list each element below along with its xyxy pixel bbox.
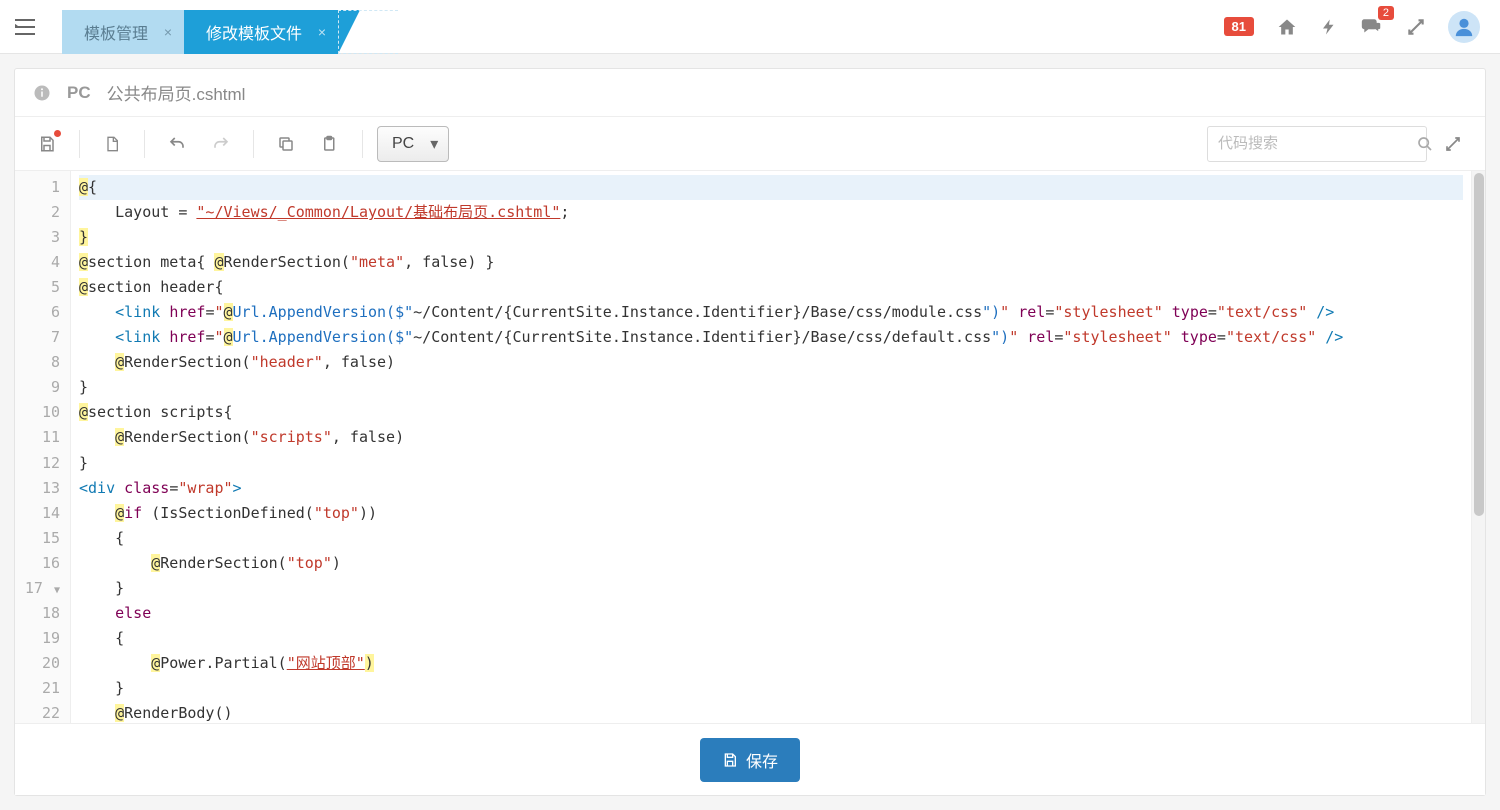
panel-footer: 保存 — [15, 723, 1485, 795]
save-button-label: 保存 — [746, 748, 778, 772]
close-icon[interactable]: × — [318, 24, 326, 40]
separator — [253, 130, 254, 158]
scrollbar[interactable] — [1471, 171, 1485, 795]
user-avatar[interactable] — [1448, 11, 1480, 43]
separator — [362, 130, 363, 158]
filename-label: 公共布局页.cshtml — [107, 80, 246, 105]
panel-header: PC 公共布局页.cshtml — [15, 69, 1485, 117]
code-area[interactable]: @{ Layout = "~/Views/_Common/Layout/基础布局… — [71, 171, 1471, 795]
chat-icon[interactable]: 2 — [1360, 16, 1384, 38]
undo-icon[interactable] — [159, 126, 195, 162]
search-input[interactable] — [1218, 135, 1417, 152]
chat-count-badge: 2 — [1378, 6, 1394, 20]
line-gutter: 1 2 3 4 5 6 7 8 9 10 11 12 13 14 15 16 1… — [15, 171, 71, 795]
tab-label: 模板管理 — [84, 20, 148, 44]
tab-edit-template-file[interactable]: 修改模板文件 × — [184, 10, 338, 54]
fullscreen-icon[interactable] — [1406, 17, 1426, 37]
tab-template-manage[interactable]: 模板管理 × — [62, 10, 184, 54]
editor-panel: PC 公共布局页.cshtml PC — [14, 68, 1486, 796]
search-icon[interactable] — [1417, 136, 1433, 152]
lightning-icon[interactable] — [1320, 16, 1338, 38]
paste-icon[interactable] — [312, 126, 348, 162]
home-icon[interactable] — [1276, 17, 1298, 37]
tab-placeholder — [338, 10, 398, 54]
tab-label: 修改模板文件 — [206, 20, 302, 44]
new-file-icon[interactable] — [94, 126, 130, 162]
scrollbar-thumb[interactable] — [1474, 173, 1484, 516]
save-button[interactable]: 保存 — [700, 738, 800, 782]
tab-bar: 模板管理 × 修改模板文件 × — [62, 0, 1224, 54]
close-icon[interactable]: × — [164, 24, 172, 40]
redo-icon[interactable] — [203, 126, 239, 162]
collapse-menu-button[interactable] — [0, 0, 50, 54]
unsaved-dot-icon — [54, 130, 61, 137]
notification-count-badge[interactable]: 81 — [1224, 17, 1254, 36]
platform-select[interactable]: PC — [377, 126, 449, 162]
separator — [79, 130, 80, 158]
topbar-right: 81 2 — [1224, 11, 1490, 43]
topbar: 模板管理 × 修改模板文件 × 81 2 — [0, 0, 1500, 54]
separator — [144, 130, 145, 158]
code-search-box — [1207, 126, 1427, 162]
info-icon[interactable] — [33, 84, 51, 102]
select-value: PC — [392, 135, 414, 153]
editor-toolbar: PC — [15, 117, 1485, 171]
code-editor[interactable]: 1 2 3 4 5 6 7 8 9 10 11 12 13 14 15 16 1… — [15, 171, 1485, 795]
platform-label: PC — [67, 83, 91, 103]
copy-icon[interactable] — [268, 126, 304, 162]
save-icon[interactable] — [29, 126, 65, 162]
expand-icon[interactable] — [1435, 126, 1471, 162]
